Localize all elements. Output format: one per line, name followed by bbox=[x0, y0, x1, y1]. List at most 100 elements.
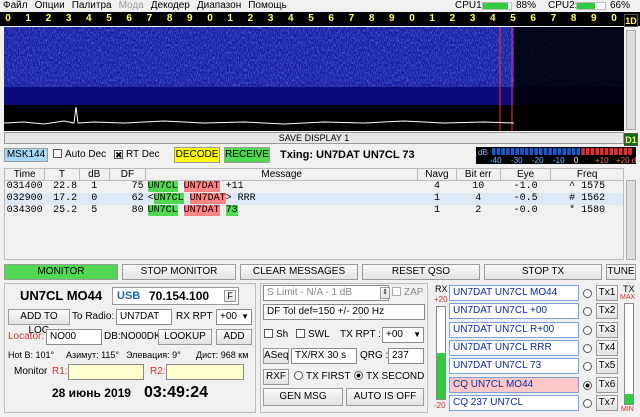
tab-stop-monitor[interactable]: STOP MONITOR bbox=[122, 264, 236, 280]
tab-tune[interactable]: TUNE bbox=[606, 264, 636, 280]
mode-indicator[interactable]: MSK144 bbox=[4, 148, 48, 162]
column-header[interactable]: Freq bbox=[550, 168, 624, 181]
add-to-log-button[interactable]: ADD TO LOG bbox=[8, 309, 70, 336]
menu-item-4[interactable]: Декодер bbox=[151, 0, 190, 12]
scale-tick: 2 bbox=[247, 13, 254, 24]
auto-toggle-button[interactable]: AUTO IS OFF bbox=[346, 388, 424, 406]
rt-dec-checkbox[interactable]: ✖ RT Dec bbox=[114, 148, 160, 162]
tab-monitor[interactable]: MONITOR bbox=[4, 264, 118, 280]
save-display-button[interactable]: SAVE DISPLAY 1 bbox=[4, 132, 624, 144]
tx-message-field[interactable]: UN7DAT UN7CL 73 bbox=[449, 358, 579, 375]
s-limit-select[interactable]: S Limit - N/A - 1 dB bbox=[263, 285, 389, 301]
qrg-field[interactable]: 237 bbox=[388, 348, 424, 364]
rt-dec-label: RT Dec bbox=[126, 149, 160, 160]
meter-segment bbox=[590, 148, 595, 155]
cpu2-value: 66% bbox=[610, 0, 631, 11]
tx-select-radio[interactable] bbox=[583, 307, 592, 317]
auto-dec-checkbox[interactable]: Auto Dec bbox=[53, 148, 106, 162]
meter-segment bbox=[492, 148, 496, 155]
r2-field[interactable] bbox=[166, 364, 244, 380]
add-button[interactable]: ADD bbox=[216, 329, 252, 345]
column-header[interactable]: T bbox=[44, 168, 80, 181]
table-row[interactable]: 032900 17.2 0 62 <UN7CL UN7DAT> RRR 1 4 -0.5 # 1… bbox=[4, 193, 624, 205]
tx-select-radio[interactable] bbox=[583, 343, 592, 353]
table-row-empty bbox=[5, 217, 624, 233]
tx-button-7[interactable]: Tx7 bbox=[596, 394, 618, 411]
meter-segment bbox=[496, 148, 501, 155]
df-tol-select[interactable]: DF Tol def=150 +/- 200 Hz bbox=[263, 304, 425, 320]
tx-button-6[interactable]: Tx6 bbox=[596, 376, 618, 393]
column-header[interactable]: dB bbox=[78, 168, 110, 181]
rx-rpt-select[interactable]: +00 ▼ bbox=[216, 309, 252, 325]
tx-rx-period-select[interactable]: TX/RX 30 s bbox=[291, 348, 357, 364]
tx-button-3[interactable]: Tx3 bbox=[596, 321, 618, 338]
tx-select-radio[interactable] bbox=[583, 325, 592, 335]
tx-first-radio[interactable]: TX FIRST bbox=[294, 370, 350, 384]
column-header[interactable]: Bit err bbox=[455, 168, 501, 181]
tx-button-1[interactable]: Tx1 bbox=[596, 285, 618, 301]
tx-level-meter[interactable] bbox=[624, 303, 634, 405]
menu-item-0[interactable]: Файл bbox=[3, 0, 28, 12]
f-button[interactable]: F bbox=[224, 290, 236, 302]
zap-checkbox[interactable]: ZAP bbox=[392, 286, 423, 300]
column-header[interactable]: Eye bbox=[499, 168, 552, 181]
scale-tick: 0 bbox=[207, 13, 213, 24]
s-limit-spin[interactable]: ⇕ bbox=[380, 287, 390, 299]
meter-tick-label: -40 bbox=[490, 156, 502, 164]
column-header[interactable]: Message bbox=[145, 168, 419, 181]
to-radio-field[interactable]: UN7DAT bbox=[116, 309, 172, 325]
tx-message-field[interactable]: CQ UN7CL MO44 bbox=[449, 376, 579, 393]
column-header[interactable]: Navg bbox=[417, 168, 457, 181]
cell-biterr: 10 bbox=[472, 181, 485, 192]
tx-second-radio[interactable]: TX SECOND bbox=[354, 370, 424, 384]
menu-item-3[interactable]: Мода bbox=[119, 0, 144, 12]
tx-message-field[interactable]: UN7DAT UN7CL RRR bbox=[449, 339, 579, 356]
tx-button-5[interactable]: Tx5 bbox=[596, 358, 618, 375]
waterfall-scrollbar[interactable] bbox=[626, 30, 636, 130]
tx-message-field[interactable]: UN7DAT UN7CL MO44 bbox=[449, 285, 579, 301]
tx-message-field[interactable]: CQ 237 UN7CL bbox=[449, 394, 579, 411]
scale-tick: 1 bbox=[227, 13, 233, 24]
tx-select-radio[interactable] bbox=[583, 289, 592, 298]
r1-field[interactable] bbox=[68, 364, 144, 380]
tx-button-4[interactable]: Tx4 bbox=[596, 339, 618, 356]
swl-checkbox[interactable]: SWL bbox=[296, 328, 330, 342]
decode-button[interactable]: DECODE bbox=[174, 147, 220, 163]
tx-select-radio[interactable] bbox=[583, 362, 592, 372]
side-button-1d[interactable]: 1D bbox=[624, 14, 638, 27]
tab-reset-qso[interactable]: RESET QSO bbox=[362, 264, 480, 280]
menu-item-6[interactable]: Помощь bbox=[248, 0, 287, 12]
waterfall-display[interactable] bbox=[4, 27, 624, 131]
lookup-button[interactable]: LOOKUP bbox=[158, 329, 212, 345]
table-row[interactable]: 031400 22.8 1 75 UN7CL UN7DAT +11 4 10 -1.0 ^ 15… bbox=[5, 181, 624, 194]
tab-clear-messages[interactable]: CLEAR MESSAGES bbox=[240, 264, 358, 280]
column-header[interactable]: DF bbox=[108, 168, 147, 181]
tx-select-radio[interactable] bbox=[583, 398, 592, 408]
menu-item-1[interactable]: Опции bbox=[35, 0, 65, 12]
column-header[interactable]: Time bbox=[3, 168, 46, 181]
frequency-scale: 0 1 2 3 4 5 6 7 8 9 0 1 2 3 4 5 6 7 8 9 0 1 2 3 4 5 6 7 8 9 0 bbox=[0, 12, 640, 26]
tab-stop-tx[interactable]: STOP TX bbox=[484, 264, 602, 280]
message-token: > RRR bbox=[225, 193, 256, 204]
rxf-button[interactable]: RXF bbox=[263, 369, 289, 385]
tx-message-field[interactable]: UN7DAT UN7CL +00 bbox=[449, 303, 579, 320]
scale-tick: 4 bbox=[288, 13, 294, 24]
aseq-button[interactable]: ASeq bbox=[263, 348, 289, 364]
menu-item-5[interactable]: Диапазон bbox=[197, 0, 241, 12]
tx-select-radio[interactable] bbox=[583, 380, 592, 390]
meter-segment bbox=[609, 148, 613, 155]
receive-button[interactable]: RECEIVE bbox=[224, 147, 270, 163]
side-button-d1[interactable]: D1 bbox=[624, 133, 638, 146]
tx-second-label: TX SECOND bbox=[366, 371, 425, 382]
cell-df: 62 bbox=[109, 193, 146, 205]
gen-msg-button[interactable]: GEN MSG bbox=[263, 388, 343, 406]
table-scrollbar[interactable] bbox=[626, 180, 636, 260]
locator-field[interactable]: NO00 bbox=[46, 329, 102, 345]
sh-checkbox[interactable]: Sh bbox=[264, 328, 288, 342]
tx-button-2[interactable]: Tx2 bbox=[596, 303, 618, 320]
menu-item-2[interactable]: Палитра bbox=[72, 0, 112, 12]
scale-tick: 7 bbox=[146, 13, 153, 24]
tx-message-field[interactable]: UN7DAT UN7CL R+00 bbox=[449, 321, 579, 338]
tx-rpt-select[interactable]: +00 ▼ bbox=[382, 327, 424, 343]
table-row[interactable]: 034300 25.2 5 80 UN7CL UN7DAT 73 1 2 -0.0 * 1580 bbox=[5, 205, 624, 217]
